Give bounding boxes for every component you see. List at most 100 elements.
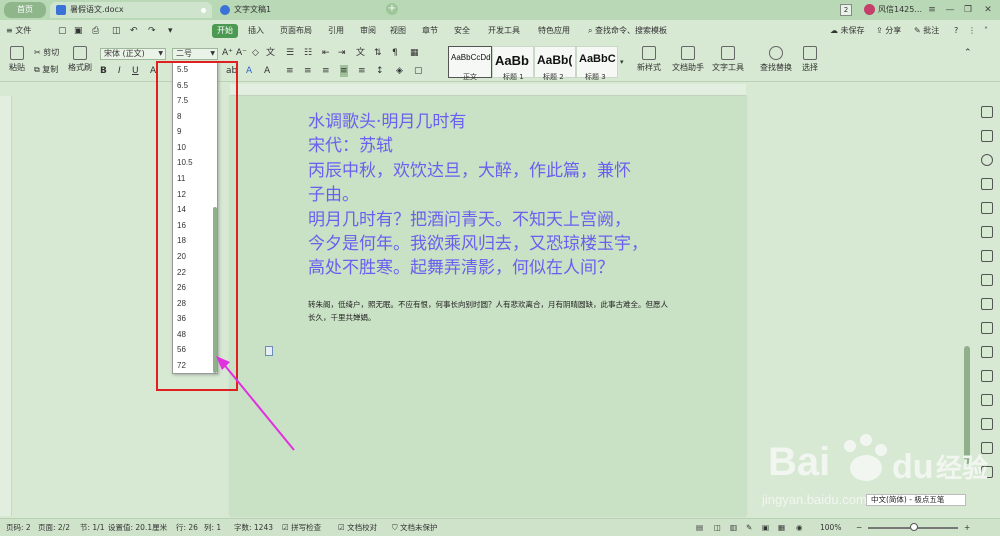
- comment-button[interactable]: ✎ 批注: [914, 24, 939, 38]
- shading-icon[interactable]: ◈: [396, 65, 403, 77]
- pinyin-icon[interactable]: 文: [266, 47, 275, 59]
- tab-home[interactable]: 首页: [4, 2, 46, 18]
- menu-insert[interactable]: 插入: [248, 24, 264, 38]
- redo-icon[interactable]: ↷: [148, 24, 156, 38]
- spell-check-button[interactable]: ☑ 拼写检查: [282, 522, 321, 534]
- menu-developer[interactable]: 开发工具: [488, 24, 520, 38]
- find-replace-button[interactable]: 查找替换: [756, 46, 796, 73]
- font-name-select[interactable]: 宋体 (正文) ▼: [100, 48, 166, 60]
- char-shading-icon[interactable]: A: [264, 65, 270, 77]
- translate-icon[interactable]: [981, 394, 993, 406]
- doc-proof-button[interactable]: ☑ 文档校对: [338, 522, 377, 534]
- underline-icon[interactable]: U: [132, 65, 139, 77]
- menu-chapter[interactable]: 章节: [422, 24, 438, 38]
- bookmark-icon[interactable]: [981, 202, 993, 214]
- scrollbar-thumb[interactable]: [964, 346, 970, 464]
- more-options-icon[interactable]: ⋮: [968, 24, 976, 38]
- borders-icon[interactable]: ▢: [414, 65, 423, 77]
- menu-home[interactable]: 开始: [212, 24, 238, 38]
- menu-file[interactable]: ≡ 文件: [6, 24, 31, 38]
- chinese-layout-icon[interactable]: 文: [356, 47, 365, 59]
- window-count-badge[interactable]: 2: [840, 4, 852, 16]
- share-button[interactable]: ⇪ 分享: [876, 24, 901, 38]
- tab-active-document[interactable]: 暑假语文.docx: [50, 2, 212, 18]
- style-normal[interactable]: AaBbCcDd 正文: [448, 46, 492, 81]
- web-view-icon[interactable]: ▦: [778, 522, 785, 534]
- sort-icon[interactable]: ⇅: [374, 47, 382, 59]
- document-list-icon[interactable]: [981, 346, 993, 358]
- user-name[interactable]: 风信1425...: [878, 2, 922, 18]
- clear-format-icon[interactable]: ◇: [252, 47, 259, 59]
- view-mode-icon[interactable]: ▤: [696, 522, 703, 534]
- zoom-in-icon[interactable]: +: [964, 522, 970, 534]
- italic-icon[interactable]: I: [118, 65, 121, 77]
- doc-assistant-button[interactable]: 文档助手: [670, 46, 706, 73]
- cut-button[interactable]: ✂ 剪切: [34, 47, 59, 58]
- paste-button[interactable]: 粘贴: [6, 46, 28, 73]
- minimize-button[interactable]: —: [940, 2, 960, 18]
- expand-ribbon-icon[interactable]: ⌃: [964, 47, 972, 59]
- more-icon[interactable]: ▾: [168, 24, 173, 38]
- image-icon[interactable]: [981, 418, 993, 430]
- table-icon[interactable]: [981, 226, 993, 238]
- page-view-icon[interactable]: ▣: [762, 522, 769, 534]
- menu-security[interactable]: 安全: [454, 24, 470, 38]
- document-body[interactable]: 水调歌头·明月几时有 宋代：苏轼 丙辰中秋，欢饮达旦，大醉，作此篇，兼怀 子由。…: [308, 110, 678, 281]
- vertical-ruler[interactable]: [0, 96, 12, 516]
- pen-icon[interactable]: [981, 106, 993, 118]
- ime-indicator[interactable]: 中文(简体) - 极点五笔: [866, 494, 966, 506]
- undo-icon[interactable]: ↶: [130, 24, 138, 38]
- table-border-icon[interactable]: ▦: [410, 47, 419, 59]
- bullet-list-icon[interactable]: ☰: [286, 47, 294, 59]
- shrink-font-icon[interactable]: A⁻: [236, 47, 247, 59]
- menu-references[interactable]: 引用: [328, 24, 344, 38]
- decrease-indent-icon[interactable]: ⇤: [322, 47, 330, 59]
- unsaved-button[interactable]: ☁ 未保存: [830, 24, 865, 38]
- justify-icon[interactable]: ≡: [340, 65, 348, 77]
- menu-features[interactable]: 特色应用: [538, 24, 570, 38]
- folder-icon[interactable]: ▣: [74, 24, 83, 38]
- paste-options-icon[interactable]: [265, 346, 273, 356]
- menu-review[interactable]: 审阅: [360, 24, 376, 38]
- print-icon[interactable]: ⎙: [92, 24, 99, 38]
- read-view-icon[interactable]: ▥: [730, 522, 737, 534]
- status-word-count[interactable]: 字数: 1243: [234, 522, 273, 534]
- menu-view[interactable]: 视图: [390, 24, 406, 38]
- shape-icon[interactable]: [981, 250, 993, 262]
- eye-protection-icon[interactable]: ◉: [796, 522, 803, 534]
- line-spacing-icon[interactable]: ↕: [376, 65, 384, 77]
- close-button[interactable]: ✕: [978, 2, 998, 18]
- grow-font-icon[interactable]: A⁺: [222, 47, 233, 59]
- style-heading-3[interactable]: AaBbC 标题 3: [576, 46, 618, 81]
- settings-icon[interactable]: [981, 298, 993, 310]
- outline-view-icon[interactable]: ◫: [714, 522, 721, 534]
- cursor-icon[interactable]: [981, 130, 993, 142]
- copy-button[interactable]: ⧉ 复制: [34, 64, 58, 75]
- font-color-icon[interactable]: A: [246, 65, 252, 77]
- zoom-slider-handle[interactable]: [910, 523, 918, 531]
- horizontal-ruler[interactable]: [230, 84, 746, 96]
- font-size-select[interactable]: 二号 ▼: [172, 48, 218, 60]
- numbered-list-icon[interactable]: ☷: [304, 47, 312, 59]
- format-icon[interactable]: [981, 178, 993, 190]
- format-painter-button[interactable]: 格式刷: [66, 46, 94, 73]
- style-heading-1[interactable]: AaBb 标题 1: [492, 46, 534, 81]
- chart-icon[interactable]: [981, 274, 993, 286]
- search-command[interactable]: ⌕ 查找命令、搜索模板: [588, 24, 667, 38]
- menu-page-layout[interactable]: 页面布局: [280, 24, 312, 38]
- style-heading-2[interactable]: AaBb( 标题 2: [534, 46, 576, 81]
- styles-more-icon[interactable]: ▾: [620, 56, 624, 68]
- zoom-level[interactable]: 100%: [820, 522, 841, 534]
- select-button[interactable]: 选择: [796, 46, 824, 73]
- distribute-icon[interactable]: ≡: [358, 65, 366, 77]
- increase-indent-icon[interactable]: ⇥: [338, 47, 346, 59]
- new-style-button[interactable]: 新样式: [632, 46, 666, 73]
- user-avatar[interactable]: [864, 4, 875, 15]
- zoom-out-icon[interactable]: −: [856, 522, 862, 534]
- save-icon[interactable]: ▢: [58, 24, 67, 38]
- restore-button[interactable]: ❐: [958, 2, 978, 18]
- bold-icon[interactable]: B: [100, 65, 107, 77]
- tab-second-document[interactable]: 文字文稿1: [218, 2, 378, 18]
- text-tools-button[interactable]: 文字工具: [708, 46, 748, 73]
- location-icon[interactable]: [981, 154, 993, 166]
